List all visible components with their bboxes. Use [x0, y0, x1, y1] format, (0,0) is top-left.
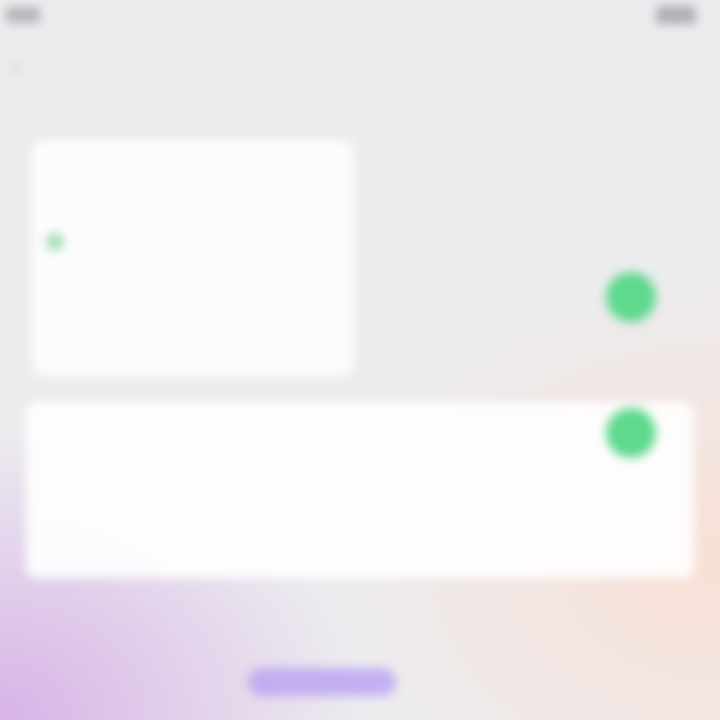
toggle-switch[interactable] — [606, 408, 656, 458]
blurred-content: ‹ — [0, 0, 720, 720]
carrier-info — [6, 4, 146, 26]
footer-text — [232, 600, 488, 624]
battery-icon — [656, 6, 696, 24]
status-right — [584, 4, 696, 26]
back-button[interactable]: ‹ — [12, 52, 112, 82]
status-dot-icon — [46, 233, 64, 251]
primary-button[interactable] — [248, 668, 396, 696]
status-time — [318, 4, 402, 26]
top-card — [32, 140, 354, 376]
status-bar — [0, 0, 720, 34]
signal-icon — [6, 7, 40, 23]
chevron-left-icon: ‹ — [12, 54, 20, 79]
bottom-card — [26, 402, 694, 578]
toggle-switch[interactable] — [606, 272, 656, 322]
